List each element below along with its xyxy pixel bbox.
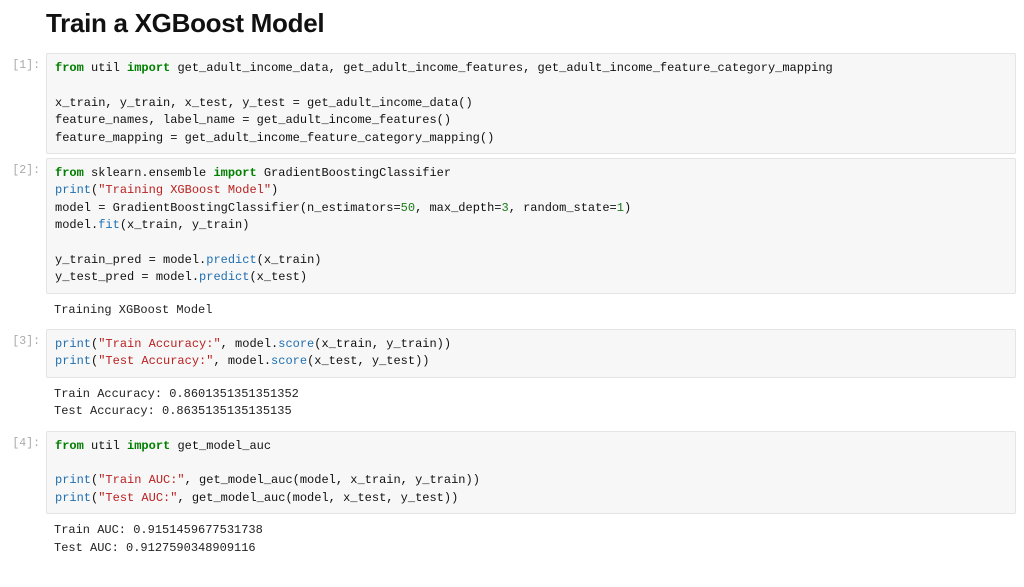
code-source[interactable]: print("Train Accuracy:", model.score(x_t… xyxy=(55,336,1007,371)
code-cell: [1]: from util import get_adult_income_da… xyxy=(0,53,1024,154)
code-token-str: "Training XGBoost Model" xyxy=(98,183,271,197)
input-prompt: [3]: xyxy=(0,329,46,348)
code-cell: [2]: from sklearn.ensemble import Gradien… xyxy=(0,158,1024,294)
code-token-fn: score xyxy=(278,337,314,351)
code-token-kw: from xyxy=(55,166,84,180)
code-token-str: "Train Accuracy:" xyxy=(98,337,220,351)
cells-container: [1]: from util import get_adult_income_da… xyxy=(0,53,1024,563)
output-text: Train AUC: 0.9151459677531738 Test AUC: … xyxy=(54,522,1008,557)
code-token-str: "Train AUC:" xyxy=(98,473,184,487)
code-source[interactable]: from util import get_adult_income_data, … xyxy=(55,60,1007,147)
code-token-kw: from xyxy=(55,61,84,75)
output-text: Training XGBoost Model xyxy=(54,302,1008,319)
notebook: Train a XGBoost Model [1]: from util impo… xyxy=(0,0,1024,587)
code-token-kw: import xyxy=(213,166,256,180)
output-prompt xyxy=(0,518,46,524)
output-cell: Train Accuracy: 0.8601351351351352 Test … xyxy=(0,382,1024,427)
output-text: Train Accuracy: 0.8601351351351352 Test … xyxy=(54,386,1008,421)
code-token-num: 1 xyxy=(617,201,624,215)
code-input[interactable]: print("Train Accuracy:", model.score(x_t… xyxy=(46,329,1016,378)
code-input[interactable]: from util import get_model_auc print("Tr… xyxy=(46,431,1016,515)
input-prompt: [1]: xyxy=(0,53,46,72)
code-token-fn: print xyxy=(55,337,91,351)
code-cell: [4]: from util import get_model_auc print… xyxy=(0,431,1024,515)
code-token-fn: print xyxy=(55,354,91,368)
code-source[interactable]: from sklearn.ensemble import GradientBoo… xyxy=(55,165,1007,287)
input-prompt: [2]: xyxy=(0,158,46,177)
code-input[interactable]: from util import get_adult_income_data, … xyxy=(46,53,1016,154)
code-token-fn: print xyxy=(55,473,91,487)
section-heading: Train a XGBoost Model xyxy=(46,8,1024,39)
code-token-kw: from xyxy=(55,439,84,453)
cell-output: Train Accuracy: 0.8601351351351352 Test … xyxy=(46,382,1016,427)
output-cell: Train AUC: 0.9151459677531738 Test AUC: … xyxy=(0,518,1024,563)
code-token-fn: predict xyxy=(199,270,249,284)
output-prompt xyxy=(0,298,46,304)
cell-output: Training XGBoost Model xyxy=(46,298,1016,325)
code-token-fn: predict xyxy=(206,253,256,267)
code-token-kw: import xyxy=(127,439,170,453)
code-source[interactable]: from util import get_model_auc print("Tr… xyxy=(55,438,1007,508)
code-cell: [3]: print("Train Accuracy:", model.score… xyxy=(0,329,1024,378)
code-token-fn: print xyxy=(55,491,91,505)
code-token-num: 50 xyxy=(401,201,415,215)
code-token-fn: fit xyxy=(98,218,120,232)
input-prompt: [4]: xyxy=(0,431,46,450)
code-input[interactable]: from sklearn.ensemble import GradientBoo… xyxy=(46,158,1016,294)
output-cell: Training XGBoost Model xyxy=(0,298,1024,325)
code-token-fn: print xyxy=(55,183,91,197)
code-token-num: 3 xyxy=(502,201,509,215)
output-prompt xyxy=(0,382,46,388)
code-token-kw: import xyxy=(127,61,170,75)
code-token-str: "Test Accuracy:" xyxy=(98,354,213,368)
code-token-fn: score xyxy=(271,354,307,368)
cell-output: Train AUC: 0.9151459677531738 Test AUC: … xyxy=(46,518,1016,563)
code-token-str: "Test AUC:" xyxy=(98,491,177,505)
